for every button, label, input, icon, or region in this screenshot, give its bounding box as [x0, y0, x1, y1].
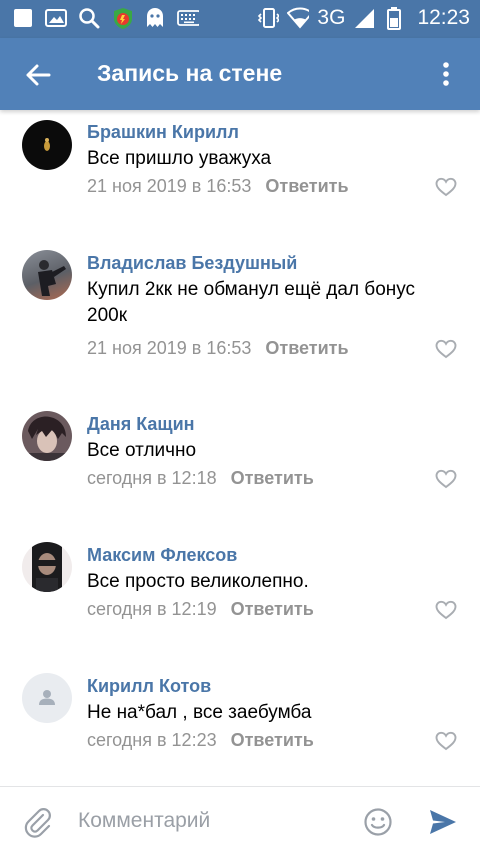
reply-button[interactable]: Ответить — [265, 176, 348, 196]
avatar[interactable] — [22, 673, 72, 723]
comments-list[interactable]: Брашкин Кирилл Все пришло уважуха 21 ноя… — [0, 110, 480, 786]
comment-text: Купил 2кк не обманул ещё дал бонус 200к — [87, 279, 416, 326]
comment-time: 21 ноя 2019 в 16:53 — [87, 176, 252, 196]
heart-icon — [435, 731, 457, 751]
like-button[interactable] — [432, 174, 460, 200]
comment-text: Все отлично — [87, 440, 197, 461]
avatar[interactable] — [22, 120, 72, 170]
page-title: Запись на стене — [97, 60, 283, 86]
comment-author[interactable]: Брашкин Кирилл — [87, 122, 239, 143]
blank-square-icon — [12, 7, 34, 29]
heart-icon — [435, 339, 457, 359]
comment-meta: сегодня в 12:23 Ответить — [87, 730, 314, 751]
comment-meta: сегодня в 12:18 Ответить — [87, 468, 314, 489]
ghost-icon — [144, 7, 166, 29]
send-button[interactable] — [426, 805, 460, 839]
reply-button[interactable]: Ответить — [231, 468, 314, 488]
search-icon — [78, 7, 100, 29]
avatar[interactable] — [22, 542, 72, 592]
keyboard-icon — [177, 7, 199, 29]
avatar[interactable] — [22, 411, 72, 461]
paperclip-icon — [24, 808, 51, 838]
comment-time: 21 ноя 2019 в 16:53 — [87, 338, 252, 358]
comment-meta: сегодня в 12:19 Ответить — [87, 599, 314, 620]
emoji-button[interactable] — [361, 805, 395, 839]
attach-button[interactable] — [20, 804, 56, 840]
like-button[interactable] — [432, 728, 460, 754]
comment-author[interactable]: Кирилл Котов — [87, 676, 211, 697]
like-button[interactable] — [432, 466, 460, 492]
status-bar: 3G 12:23 — [0, 0, 480, 38]
avatar[interactable] — [22, 250, 72, 300]
comment-text: Все просто великолепно. — [87, 571, 309, 592]
comment-text: Все пришло уважуха — [87, 148, 272, 169]
app-bar: Запись на стене — [0, 38, 480, 110]
like-button[interactable] — [432, 597, 460, 623]
battery-icon — [383, 7, 405, 30]
gallery-icon — [45, 7, 67, 29]
comment-author[interactable]: Даня Кащин — [87, 414, 195, 435]
back-button[interactable] — [18, 55, 58, 95]
reply-button[interactable]: Ответить — [231, 599, 314, 619]
like-button[interactable] — [432, 336, 460, 362]
comment-meta: 21 ноя 2019 в 16:53 Ответить — [87, 338, 349, 359]
send-icon — [430, 810, 456, 834]
reply-button[interactable]: Ответить — [265, 338, 348, 358]
wifi-icon — [287, 7, 310, 29]
heart-icon — [435, 177, 457, 197]
network-type-label: 3G — [317, 6, 346, 29]
comment-time: сегодня в 12:23 — [87, 730, 217, 750]
comment-author[interactable]: Максим Флексов — [87, 545, 237, 566]
comment-author[interactable]: Владислав Бездушный — [87, 253, 297, 274]
smile-icon — [364, 808, 392, 836]
app-badge-icon — [111, 7, 133, 29]
heart-icon — [435, 600, 457, 620]
user-placeholder-icon — [39, 690, 55, 705]
more-vertical-icon — [443, 62, 449, 86]
comment-composer — [0, 786, 480, 854]
comment-input[interactable] — [72, 801, 342, 841]
vibrate-icon — [257, 7, 280, 29]
comment-text: Не на*бал , все заебумба — [87, 702, 312, 723]
arrow-left-icon — [26, 64, 51, 86]
more-options-button[interactable] — [426, 54, 466, 94]
comment-time: сегодня в 12:18 — [87, 468, 217, 488]
reply-button[interactable]: Ответить — [231, 730, 314, 750]
heart-icon — [435, 469, 457, 489]
signal-icon — [353, 7, 375, 29]
clock: 12:23 — [417, 6, 470, 29]
comment-time: сегодня в 12:19 — [87, 599, 217, 619]
comment-meta: 21 ноя 2019 в 16:53 Ответить — [87, 176, 349, 197]
